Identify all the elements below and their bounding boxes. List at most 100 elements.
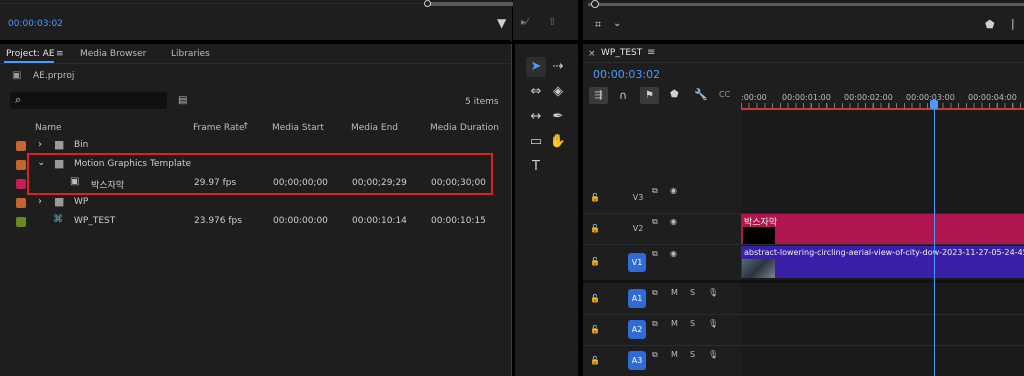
source-timecode[interactable]: 00:00:03:02 — [8, 19, 63, 29]
insert-icon[interactable]: ▸⁄ — [521, 17, 528, 28]
track-label-a2[interactable]: A2 — [628, 320, 646, 339]
linked-selection-icon[interactable]: ⚑ — [640, 87, 659, 104]
track-select-icon[interactable]: ⇢ — [548, 57, 568, 77]
lock-icon[interactable]: 🔓 — [590, 294, 600, 303]
sync-icon[interactable]: ⧉ — [652, 350, 658, 360]
in-point-icon[interactable]: | — [1011, 17, 1015, 30]
lock-icon[interactable]: 🔓 — [590, 193, 600, 202]
item-media-duration: 00:00:10:15 — [431, 216, 486, 226]
track-label-v1[interactable]: V1 — [628, 253, 646, 272]
sync-icon[interactable]: ⧉ — [652, 186, 658, 196]
clip-v2[interactable]: 박스자막 — [741, 214, 1024, 244]
eye-icon[interactable]: ◉ — [670, 186, 677, 195]
highlight-box — [27, 153, 493, 195]
eye-icon[interactable]: ◉ — [670, 249, 677, 258]
filter-icon[interactable]: ▼ — [497, 16, 506, 30]
label-color-swatch[interactable] — [16, 160, 26, 170]
track-label-v3[interactable]: V3 — [631, 188, 645, 207]
sync-icon[interactable]: ⧉ — [652, 288, 658, 298]
type-icon[interactable]: T — [526, 157, 546, 177]
track-header-v2: 🔓 V2 ⧉ ◉ — [583, 214, 741, 244]
lock-icon[interactable]: 🔓 — [590, 224, 600, 233]
clip-v1[interactable]: abstract-lowering-circling-aerial-view-o… — [741, 246, 1024, 278]
snap-icon[interactable]: ∩ — [619, 89, 627, 102]
col-frame-rate[interactable]: Frame Rate — [193, 123, 245, 133]
tab-project[interactable]: Project: AE — [6, 46, 55, 62]
playhead-line[interactable] — [934, 108, 935, 376]
project-tabs: Project: AE ≡ Media Browser Libraries — [0, 46, 512, 62]
mic-icon[interactable]: 🎙 — [708, 288, 718, 297]
rectangle-icon[interactable]: ▭ — [526, 132, 546, 152]
label-color-swatch[interactable] — [16, 179, 26, 189]
lock-icon[interactable]: 🔓 — [590, 325, 600, 334]
list-item[interactable]: › ■ WP — [0, 194, 512, 213]
sync-icon[interactable]: ⧉ — [652, 249, 658, 259]
pen-icon[interactable]: ✒ — [548, 107, 568, 127]
tab-menu-icon[interactable]: ≡ — [56, 46, 64, 62]
solo-button[interactable]: S — [690, 350, 695, 359]
sequence-icon: ⌘ — [53, 214, 63, 225]
mute-button[interactable]: M — [671, 288, 678, 297]
mute-button[interactable]: M — [671, 319, 678, 328]
ruler-label: 00:00:02:00 — [844, 93, 893, 102]
track-label-a1[interactable]: A1 — [628, 289, 646, 308]
col-media-start[interactable]: Media Start — [272, 123, 324, 133]
label-color-swatch[interactable] — [16, 141, 26, 151]
mic-icon[interactable]: 🎙 — [708, 319, 718, 328]
timeline-timecode[interactable]: 00:00:03:02 — [593, 68, 660, 81]
nest-toggle-icon[interactable]: ⇶ — [589, 87, 608, 104]
lock-icon[interactable]: 🔓 — [590, 257, 600, 266]
sort-arrow-icon[interactable]: ↑ — [242, 122, 250, 132]
add-marker-icon[interactable]: ⬟ — [670, 89, 679, 100]
track-label-a3[interactable]: A3 — [628, 351, 646, 370]
chevron-down-icon[interactable]: ⌄ — [613, 18, 621, 29]
col-name[interactable]: Name — [35, 123, 62, 133]
item-frame-rate: 23.976 fps — [194, 216, 242, 226]
sequence-menu-icon[interactable]: ≡ — [647, 47, 655, 58]
item-name: WP_TEST — [74, 216, 116, 226]
sequence-tab[interactable]: WP_TEST — [601, 48, 642, 58]
selection-tool-icon[interactable]: ➤ — [526, 57, 546, 77]
project-panel: Project: AE ≡ Media Browser Libraries ▣ … — [0, 44, 512, 376]
ruler-label: 00:00:04:00 — [968, 93, 1017, 102]
search-input[interactable]: ⌕ — [10, 92, 167, 109]
new-search-bin-icon[interactable]: ▤ — [178, 95, 187, 106]
list-item[interactable]: ⌘ WP_TEST 23.976 fps 00:00:00:00 00:00:1… — [0, 213, 512, 232]
eye-icon[interactable]: ◉ — [670, 217, 677, 226]
ripple-edit-icon[interactable]: ⇔ — [526, 82, 546, 102]
tab-libraries[interactable]: Libraries — [171, 46, 210, 62]
track-label-v2[interactable]: V2 — [631, 219, 645, 238]
tab-media-browser[interactable]: Media Browser — [80, 46, 146, 62]
close-icon[interactable]: × — [588, 49, 596, 59]
captions-icon[interactable]: CC — [719, 90, 730, 99]
razor-icon[interactable]: ◈ — [548, 82, 568, 102]
col-media-end[interactable]: Media End — [351, 123, 398, 133]
slip-tool-icon[interactable]: ↔ — [526, 107, 546, 127]
mute-button[interactable]: M — [671, 350, 678, 359]
marker-icon[interactable]: ⬟ — [985, 18, 995, 31]
zoom-handle-left[interactable] — [424, 0, 431, 7]
safe-margins-icon[interactable]: ⌗ — [595, 18, 601, 32]
work-area-bar[interactable] — [741, 108, 1024, 110]
search-icon: ⌕ — [15, 93, 22, 106]
col-media-duration[interactable]: Media Duration — [430, 123, 499, 133]
expand-chevron-icon[interactable]: › — [38, 196, 42, 207]
program-zoom-bar[interactable] — [588, 3, 1024, 6]
track-header-v3: 🔓 V3 ⧉ ◉ — [583, 183, 741, 213]
export-frame-icon[interactable]: ⇧ — [548, 17, 556, 28]
project-file-name: AE.prproj — [33, 71, 75, 81]
column-headers: Name Frame Rate ↑ Media Start Media End … — [0, 122, 512, 137]
wrench-icon[interactable]: 🔧 — [694, 88, 708, 101]
label-color-swatch[interactable] — [16, 217, 26, 227]
item-count: 5 items — [465, 97, 499, 107]
hand-icon[interactable]: ✋ — [548, 132, 568, 152]
sync-icon[interactable]: ⧉ — [652, 319, 658, 329]
expand-chevron-icon[interactable]: › — [38, 139, 42, 150]
lock-icon[interactable]: 🔓 — [590, 356, 600, 365]
solo-button[interactable]: S — [690, 288, 695, 297]
program-zoom-handle[interactable] — [591, 0, 599, 8]
label-color-swatch[interactable] — [16, 198, 26, 208]
solo-button[interactable]: S — [690, 319, 695, 328]
sync-icon[interactable]: ⧉ — [652, 217, 658, 227]
mic-icon[interactable]: 🎙 — [708, 350, 718, 359]
